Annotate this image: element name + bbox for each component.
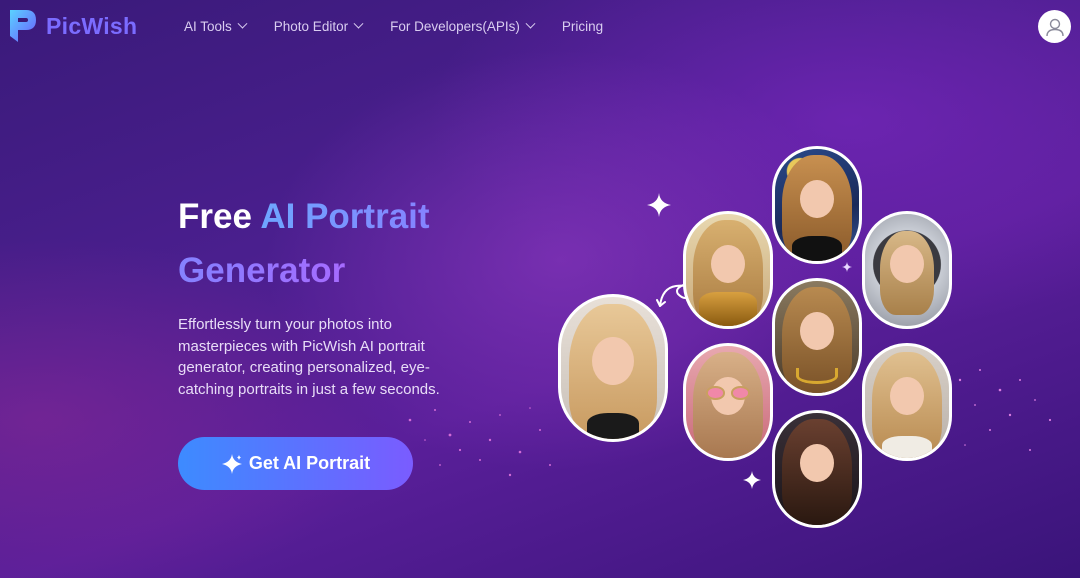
portrait-natural-blonde (558, 294, 668, 442)
brand-logo[interactable]: PicWish (6, 6, 137, 46)
brand-name: PicWish (46, 12, 138, 39)
nav-photo-editor[interactable]: Photo Editor (273, 18, 364, 34)
nav-developers-label: For Developers(APIs) (390, 18, 520, 34)
user-avatar-button[interactable] (1038, 10, 1071, 43)
sparkle-icon (743, 471, 761, 489)
nav-ai-tools-label: AI Tools (184, 18, 232, 34)
nav-developers[interactable]: For Developers(APIs) (390, 18, 536, 34)
portrait-dark-hair (772, 410, 862, 528)
page-title: Free AI Portrait Generator (178, 190, 508, 298)
nav-pricing-label: Pricing (561, 18, 604, 34)
portrait-astronaut (862, 211, 952, 329)
nav-ai-tools[interactable]: AI Tools (184, 18, 248, 34)
particle-dots (408, 407, 551, 477)
nav-photo-editor-label: Photo Editor (273, 18, 349, 34)
user-icon (1045, 18, 1064, 36)
particle-dots (958, 369, 1052, 451)
main-nav: AI Tools Photo Editor For Developers(API… (184, 0, 631, 52)
sparkle-icon (221, 453, 242, 474)
nav-pricing[interactable]: Pricing (562, 19, 603, 34)
sparkle-icon (647, 193, 671, 217)
chevron-down-icon (237, 18, 248, 29)
get-ai-portrait-button[interactable]: Get AI Portrait (178, 437, 413, 490)
chevron-down-icon (525, 18, 536, 29)
sparkle-icon (842, 262, 852, 272)
top-nav-bar: PicWish AI Tools Photo Editor For Develo… (0, 0, 1080, 52)
portrait-casual-blonde (862, 343, 952, 461)
picwish-logo-icon (6, 6, 38, 46)
portrait-starry-night (772, 146, 862, 264)
portrait-pink-glasses (683, 343, 773, 461)
portrait-golden-armor (683, 211, 773, 329)
portrait-gold-jewelry (772, 278, 862, 396)
cta-label: Get AI Portrait (248, 453, 371, 473)
title-part-white: Free (178, 197, 261, 236)
chevron-down-icon (353, 18, 364, 29)
